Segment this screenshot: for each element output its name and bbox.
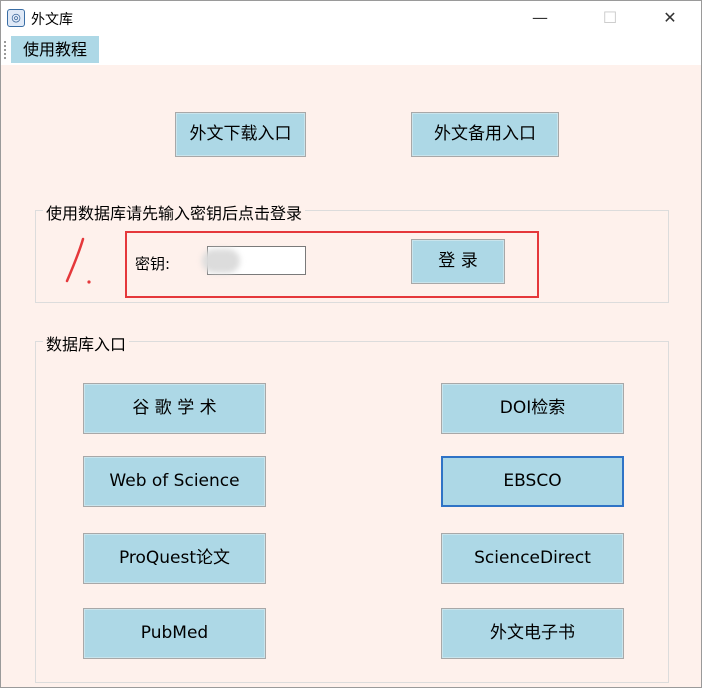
ebooks-button[interactable]: 外文电子书	[441, 608, 624, 659]
database-group-title: 数据库入口	[43, 331, 130, 355]
ebsco-button[interactable]: EBSCO	[441, 456, 624, 507]
sciencedirect-button[interactable]: ScienceDirect	[441, 533, 624, 584]
app-logo-icon: ◎	[7, 9, 25, 27]
close-button[interactable]: ✕	[647, 1, 693, 35]
google-scholar-button[interactable]: 谷 歌 学 术	[83, 383, 266, 434]
backup-entry-button[interactable]: 外文备用入口	[411, 112, 559, 157]
title-bar[interactable]: ◎ 外文库 — ☐ ✕	[1, 1, 701, 35]
menu-bar: 使用教程	[1, 35, 701, 65]
menu-item-tutorial[interactable]: 使用教程	[11, 36, 100, 63]
download-entry-button[interactable]: 外文下载入口	[175, 112, 306, 157]
menu-grip	[4, 41, 6, 59]
window-title: 外文库	[31, 12, 73, 28]
web-of-science-button[interactable]: Web of Science	[83, 456, 266, 507]
main-window: ◎ 外文库 — ☐ ✕ 使用教程 外文下载入口 外文备用入口 使用数据库请先输入…	[0, 0, 702, 688]
minimize-button[interactable]: —	[517, 1, 563, 35]
highlight-box	[125, 231, 539, 298]
proquest-button[interactable]: ProQuest论文	[83, 533, 266, 584]
maximize-button[interactable]: ☐	[587, 1, 633, 35]
handwritten-mark-icon	[65, 237, 91, 284]
doi-search-button[interactable]: DOI检索	[441, 383, 624, 434]
pubmed-button[interactable]: PubMed	[83, 608, 266, 659]
login-group-title: 使用数据库请先输入密钥后点击登录	[43, 200, 306, 224]
